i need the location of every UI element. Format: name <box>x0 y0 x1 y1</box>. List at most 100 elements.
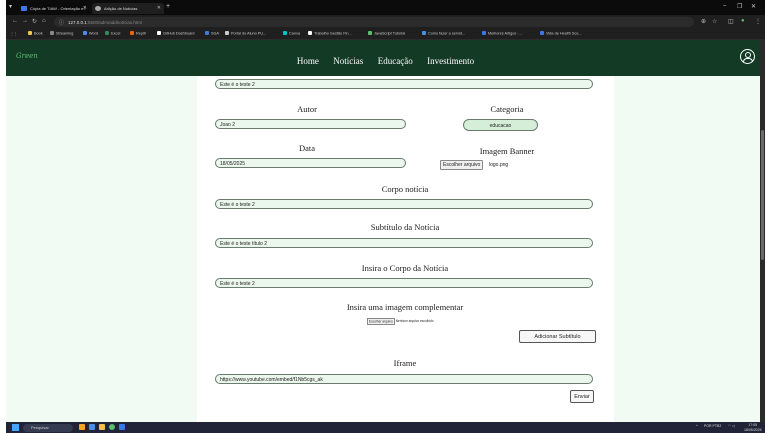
iframe-field[interactable]: https://www.youtube.com/embed/f1Nb5cgs_a… <box>215 374 593 384</box>
bookmark-item[interactable]: Streaming <box>50 31 73 36</box>
nav-noticias[interactable]: Notícias <box>333 56 363 66</box>
extra-image-input[interactable]: Escolher arquivo Nenhum arquivo escolhido <box>367 317 434 325</box>
wifi-volume-icon[interactable]: ◠ ◁ <box>728 424 735 428</box>
file-explorer-icon[interactable] <box>99 424 105 430</box>
bookmark-label: GitHub Dashboard <box>163 31 195 36</box>
bookmark-favicon-icon <box>83 31 87 35</box>
bookmark-favicon-icon <box>157 31 161 35</box>
submit-button[interactable]: Enviar <box>570 390 594 403</box>
bookmark-favicon-icon <box>308 31 312 35</box>
url-path: :5500/adm/addnoticias.html <box>86 19 142 25</box>
extensions-icon[interactable]: ◫ <box>728 18 734 25</box>
back-icon[interactable]: ← <box>12 18 18 24</box>
subtitle-label: Subtítulo da Notícia <box>370 222 440 232</box>
close-tab-icon[interactable]: ✕ <box>83 5 87 11</box>
widgets-icon[interactable] <box>79 424 85 430</box>
news-form: Este é o teste 2 Autor Categoria Joao 2 … <box>197 76 614 422</box>
extra-image-status: Nenhum arquivo escolhido <box>395 319 434 323</box>
windows-taskbar: Pesquisar ^ POR PTB2 ◠ ◁ 17:05 18/05/202… <box>6 422 765 433</box>
bookmark-item[interactable]: JavaScript Tutorial <box>368 31 405 36</box>
bookmark-item[interactable]: Trabalho Gestão Fin... <box>308 31 352 36</box>
tab-title: Adição de Notícias <box>104 6 138 11</box>
bookmark-label: JavaScript Tutorial <box>374 31 406 36</box>
bookmark-label: Excel <box>111 31 121 36</box>
task-view-icon[interactable] <box>89 424 95 430</box>
docs-icon <box>21 6 27 11</box>
taskbar-search-label: Pesquisar <box>31 425 49 430</box>
clock[interactable]: 17:05 18/05/2025 <box>744 423 762 432</box>
apps-icon[interactable]: ⋮⋮ <box>10 31 18 36</box>
bookmark-favicon-icon <box>105 31 109 35</box>
subtitle-field[interactable]: Este é o teste título 2 <box>215 238 593 248</box>
bookmark-label: Portal do Aluno PU... <box>231 31 267 36</box>
new-tab-button[interactable]: + <box>166 3 170 10</box>
bookmark-favicon-icon <box>422 31 426 35</box>
bookmark-favicon-icon <box>225 31 229 35</box>
more-menu-icon[interactable]: ⋮ <box>755 18 761 25</box>
bookmark-star-icon[interactable]: ☆ <box>712 18 717 25</box>
tab-copia-tiaw[interactable]: Cópia de TIAW - Orientação e i ✕ <box>18 3 90 14</box>
language-indicator[interactable]: POR PTB2 <box>704 424 721 428</box>
bookmark-item[interactable]: Melhores Artigos -... <box>482 31 522 36</box>
bookmark-favicon-icon <box>130 31 134 35</box>
date-field[interactable]: 18/05/2025 <box>215 158 406 168</box>
user-account-icon[interactable] <box>740 49 755 64</box>
bookmark-item[interactable]: Vida de Health Sce... <box>540 31 582 36</box>
bookmark-item[interactable]: Excel <box>105 31 120 36</box>
taskbar-search[interactable]: Pesquisar <box>23 423 73 432</box>
bookmark-item[interactable]: Canva <box>283 31 300 36</box>
tray-chevron-icon[interactable]: ^ <box>696 424 698 428</box>
nav-educacao[interactable]: Educação <box>378 56 413 66</box>
bookmark-item[interactable]: Como fazer a servid... <box>422 31 465 36</box>
title-field[interactable]: Este é o teste 2 <box>215 79 593 89</box>
bookmark-label: Replit <box>136 31 146 36</box>
bookmark-item[interactable]: Word <box>83 31 98 36</box>
home-icon[interactable]: ⌂ <box>42 18 46 24</box>
windows-start-icon[interactable] <box>12 424 19 431</box>
bookmark-favicon-icon <box>540 31 544 35</box>
clock-time: 17:05 <box>748 423 758 427</box>
bookmark-label: SGA <box>211 31 220 36</box>
install-icon[interactable]: ⊕ <box>701 18 706 25</box>
site-navbar: Green Home Notícias Educação Investiment… <box>6 40 765 76</box>
bookmark-label: Canva <box>289 31 300 36</box>
maximize-icon[interactable]: ❐ <box>737 3 742 10</box>
bookmark-item[interactable]: GitHub Dashboard <box>157 31 194 36</box>
tab-adicao-noticias[interactable]: Adição de Notícias ✕ <box>92 3 164 14</box>
extra-image-file-button[interactable]: Escolher arquivo <box>367 317 395 325</box>
banner-file-button[interactable]: Escolher arquivo <box>440 160 484 170</box>
chrome-icon[interactable] <box>109 424 115 430</box>
author-field[interactable]: Joao 2 <box>215 119 406 129</box>
site-info-icon[interactable]: ⓘ <box>59 19 64 26</box>
tab-menu-icon[interactable]: ▾ <box>9 3 12 10</box>
forward-icon[interactable]: → <box>22 18 28 24</box>
address-bar-row: ← → ↻ ⌂ ⓘ 127.0.0.1:5500/adm/addnoticias… <box>6 15 765 29</box>
category-select[interactable]: educacao <box>463 119 538 131</box>
scrollbar-thumb[interactable] <box>761 130 764 260</box>
url-field[interactable]: ⓘ 127.0.0.1:5500/adm/addnoticias.html <box>54 17 694 27</box>
author-label: Autor <box>297 104 317 114</box>
body-field[interactable]: Este é o teste 2 <box>215 199 593 209</box>
vscode-icon[interactable] <box>119 424 125 430</box>
subbody-field[interactable]: Este é o teste 2 <box>215 278 593 288</box>
nav-home[interactable]: Home <box>297 56 319 66</box>
bookmark-label: Melhores Artigos -... <box>488 31 522 36</box>
profile-icon[interactable]: ● <box>741 18 745 24</box>
nav-investimento[interactable]: Investimento <box>427 56 474 66</box>
bookmark-label: Como fazer a servid... <box>428 31 466 36</box>
reload-icon[interactable]: ↻ <box>32 18 37 25</box>
minimize-icon[interactable]: – <box>723 3 726 9</box>
bookmark-favicon-icon <box>283 31 287 35</box>
close-tab-icon[interactable]: ✕ <box>157 5 161 11</box>
iframe-label: Iframe <box>393 358 417 368</box>
bookmarks-bar: ⋮⋮ Book Streaming Word Excel Replit GitHub Das… <box>6 29 765 40</box>
bookmark-item[interactable]: Portal do Aluno PU... <box>225 31 266 36</box>
bookmark-item[interactable]: Replit <box>130 31 146 36</box>
bookmark-item[interactable]: Book <box>28 31 43 36</box>
close-window-icon[interactable]: ✕ <box>751 3 756 10</box>
page-scrollbar[interactable] <box>760 40 765 422</box>
date-label: Data <box>298 143 316 153</box>
bookmark-item[interactable]: SGA <box>205 31 219 36</box>
banner-file-name: logo.png <box>489 162 509 168</box>
add-subtitle-button[interactable]: Adicionar Subtítulo <box>519 330 596 343</box>
